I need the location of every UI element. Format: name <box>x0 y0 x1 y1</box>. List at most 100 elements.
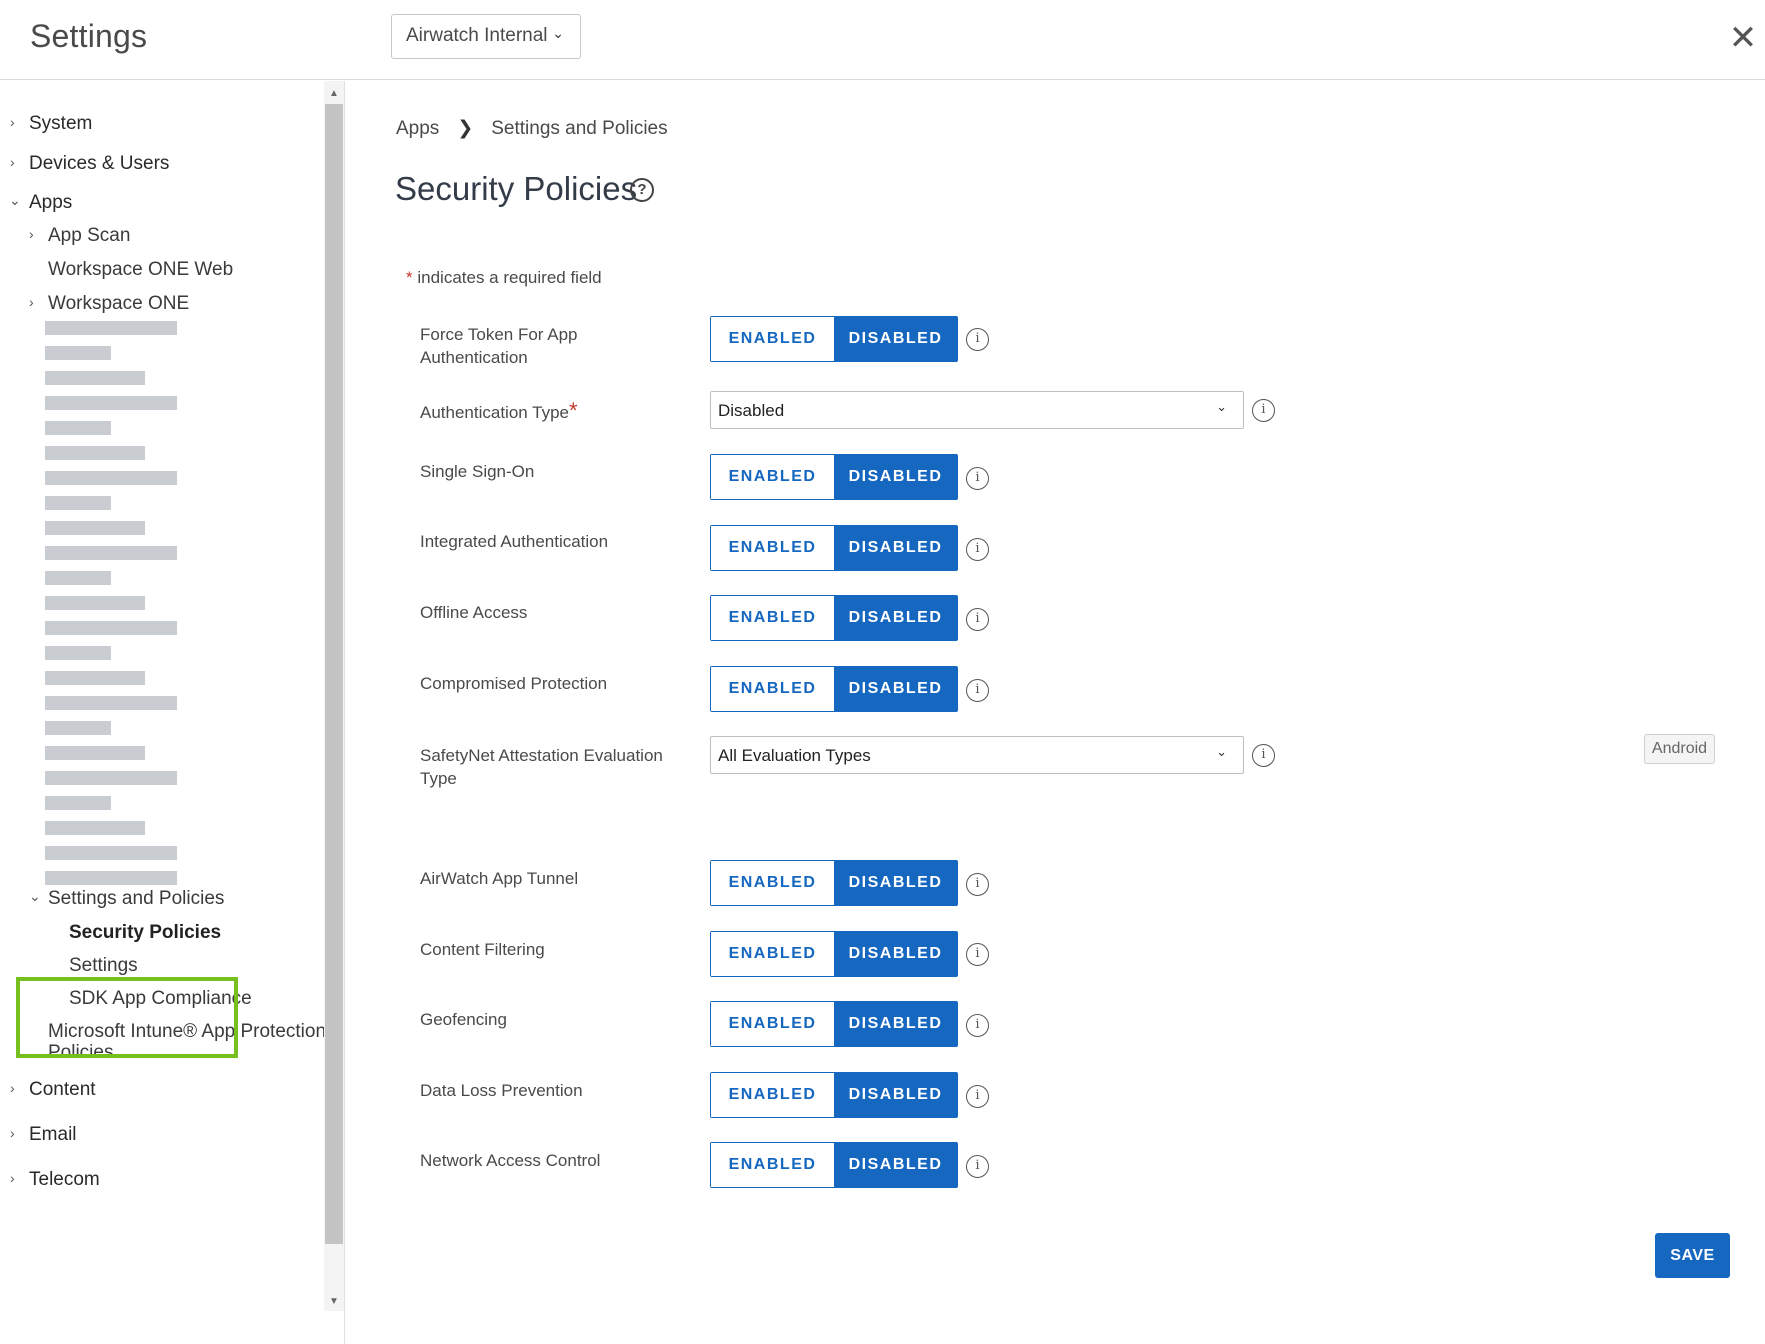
sidebar-item-app-scan[interactable]: App Scan <box>48 225 130 247</box>
redacted-menu-item <box>45 496 111 510</box>
disabled-option[interactable]: DISABLED <box>834 861 957 905</box>
enabled-option[interactable]: ENABLED <box>711 455 834 499</box>
field-label-authentication-type: Authentication Type* <box>420 399 680 424</box>
chevron-right-icon: › <box>29 294 34 310</box>
info-icon[interactable]: i <box>966 328 989 351</box>
scroll-up-arrow-icon[interactable]: ▲ <box>325 86 343 102</box>
enabled-option[interactable]: ENABLED <box>711 861 834 905</box>
page-title: Security Policies <box>395 170 638 207</box>
redacted-menu-item <box>45 446 145 460</box>
info-icon[interactable]: i <box>1252 744 1275 767</box>
toggle-offline-access: ENABLED DISABLED <box>710 595 958 641</box>
disabled-option[interactable]: DISABLED <box>834 1073 957 1117</box>
label-line: Authentication <box>420 348 528 367</box>
info-icon[interactable]: i <box>966 1085 989 1108</box>
field-label-offline-access: Offline Access <box>420 603 528 622</box>
disabled-option[interactable]: DISABLED <box>834 932 957 976</box>
help-circle-icon[interactable]: ? <box>630 178 654 202</box>
info-icon[interactable]: i <box>966 943 989 966</box>
disabled-option[interactable]: DISABLED <box>834 1002 957 1046</box>
sidebar-item-devices-users[interactable]: Devices & Users <box>29 153 169 175</box>
disabled-option[interactable]: DISABLED <box>834 317 957 361</box>
field-label-geofencing: Geofencing <box>420 1010 507 1029</box>
selected-section-highlight <box>16 977 238 1058</box>
toggle-integrated-authentication: ENABLED DISABLED <box>710 525 958 571</box>
field-label-safetynet-attestation: SafetyNet Attestation Evaluation Type <box>420 744 680 790</box>
redacted-menu-item <box>45 871 177 885</box>
disabled-option[interactable]: DISABLED <box>834 526 957 570</box>
enabled-option[interactable]: ENABLED <box>711 1002 834 1046</box>
breadcrumb: Apps ❯ Settings and Policies <box>396 117 668 140</box>
top-header: Settings Airwatch Internal ⌄ ✕ <box>0 0 1765 80</box>
redacted-menu-item <box>45 371 145 385</box>
safetynet-evaluation-type-select[interactable]: All Evaluation Types ⌄ <box>710 736 1244 774</box>
breadcrumb-apps[interactable]: Apps <box>396 118 439 140</box>
enabled-option[interactable]: ENABLED <box>711 1073 834 1117</box>
sidebar-item-settings[interactable]: Settings <box>69 955 138 977</box>
redacted-menu-item <box>45 621 177 635</box>
sidebar-item-telecom[interactable]: Telecom <box>29 1169 100 1191</box>
info-icon[interactable]: i <box>966 1155 989 1178</box>
select-value: Disabled <box>718 401 785 420</box>
sidebar-item-content[interactable]: Content <box>29 1079 96 1101</box>
disabled-option[interactable]: DISABLED <box>834 667 957 711</box>
scroll-down-arrow-icon[interactable]: ▼ <box>325 1294 343 1310</box>
save-button[interactable]: SAVE <box>1655 1233 1730 1278</box>
toggle-geofencing: ENABLED DISABLED <box>710 1001 958 1047</box>
info-icon[interactable]: i <box>966 1014 989 1037</box>
organization-group-selector[interactable]: Airwatch Internal ⌄ <box>391 14 581 59</box>
breadcrumb-current[interactable]: Settings and Policies <box>491 118 667 140</box>
sidebar-item-system[interactable]: System <box>29 113 92 135</box>
chevron-right-icon: › <box>10 114 15 130</box>
disabled-option[interactable]: DISABLED <box>834 596 957 640</box>
redacted-menu-item <box>45 846 177 860</box>
required-star: * <box>569 398 578 423</box>
page-header-title: Settings <box>30 18 148 54</box>
info-icon[interactable]: i <box>966 679 989 702</box>
disabled-option[interactable]: DISABLED <box>834 455 957 499</box>
chevron-down-icon: ⌄ <box>552 25 564 41</box>
redacted-menu-item <box>45 696 177 710</box>
sidebar-item-security-policies[interactable]: Security Policies <box>69 922 221 944</box>
sidebar-item-workspace-one[interactable]: Workspace ONE <box>48 293 189 315</box>
required-note-text: indicates a required field <box>417 268 602 287</box>
redacted-menu-item <box>45 771 177 785</box>
toggle-airwatch-app-tunnel: ENABLED DISABLED <box>710 860 958 906</box>
label-text: Authentication Type <box>420 403 570 422</box>
info-icon[interactable]: i <box>966 467 989 490</box>
close-icon[interactable]: ✕ <box>1728 20 1758 56</box>
sidebar-item-email[interactable]: Email <box>29 1124 77 1146</box>
chevron-right-icon: › <box>29 226 34 242</box>
chevron-down-icon: ⌄ <box>1216 744 1227 759</box>
info-icon[interactable]: i <box>966 608 989 631</box>
enabled-option[interactable]: ENABLED <box>711 1143 834 1187</box>
field-label-network-access-control: Network Access Control <box>420 1151 601 1170</box>
sidebar-divider <box>344 81 345 1344</box>
chevron-right-icon: ❯ <box>457 118 474 139</box>
info-icon[interactable]: i <box>966 873 989 896</box>
enabled-option[interactable]: ENABLED <box>711 932 834 976</box>
sidebar-item-apps[interactable]: Apps <box>29 192 72 214</box>
redacted-menu-item <box>45 596 145 610</box>
required-star: * <box>406 268 413 287</box>
disabled-option[interactable]: DISABLED <box>834 1143 957 1187</box>
label-line: SafetyNet Attestation Evaluation <box>420 746 663 765</box>
redacted-menu-item <box>45 346 111 360</box>
sidebar-item-settings-and-policies[interactable]: Settings and Policies <box>48 888 224 910</box>
sidebar-item-workspace-one-web[interactable]: Workspace ONE Web <box>48 259 233 281</box>
enabled-option[interactable]: ENABLED <box>711 526 834 570</box>
field-label-compromised-protection: Compromised Protection <box>420 674 608 693</box>
enabled-option[interactable]: ENABLED <box>711 667 834 711</box>
redacted-menu-item <box>45 796 111 810</box>
info-icon[interactable]: i <box>1252 399 1275 422</box>
redacted-menu-item <box>45 421 111 435</box>
authentication-type-select[interactable]: Disabled ⌄ <box>710 391 1244 429</box>
toggle-force-token: ENABLED DISABLED <box>710 316 958 362</box>
redacted-menu-item <box>45 721 111 735</box>
info-icon[interactable]: i <box>966 538 989 561</box>
settings-sidebar: › System › Devices & Users ⌄ Apps › App … <box>0 81 345 1344</box>
toggle-content-filtering: ENABLED DISABLED <box>710 931 958 977</box>
sidebar-scroll-thumb[interactable] <box>325 104 343 1244</box>
enabled-option[interactable]: ENABLED <box>711 317 834 361</box>
enabled-option[interactable]: ENABLED <box>711 596 834 640</box>
